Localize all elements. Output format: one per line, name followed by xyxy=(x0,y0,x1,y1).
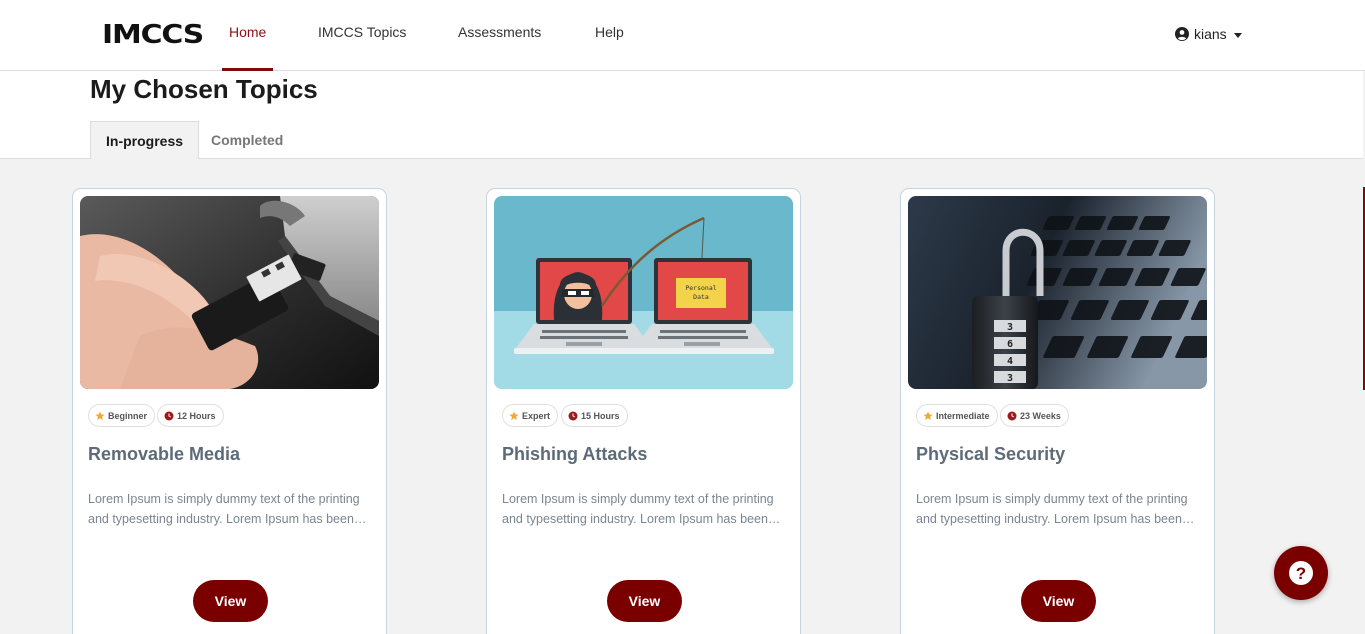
svg-text:Personal: Personal xyxy=(685,284,716,292)
card-title: Physical Security xyxy=(916,444,1066,464)
nav-assessments[interactable]: Assessments xyxy=(458,24,541,71)
svg-text:4: 4 xyxy=(1007,356,1013,367)
star-icon xyxy=(95,411,105,420)
star-icon xyxy=(923,411,933,420)
nav-help[interactable]: Help xyxy=(595,24,624,71)
topic-card: Personal Data Expert 15 Hours Phishing A… xyxy=(486,188,801,634)
view-button[interactable]: View xyxy=(1021,580,1096,622)
top-navbar: IMCCS Home IMCCS Topics Assessments Help… xyxy=(0,0,1365,71)
tab-completed[interactable]: Completed xyxy=(196,121,298,159)
help-icon: ? xyxy=(1289,561,1313,585)
card-description: Lorem Ipsum is simply dummy text of the … xyxy=(502,492,774,526)
padlock-keyboard-image: 3 6 4 3 xyxy=(908,196,1207,389)
imccs-logo[interactable]: IMCCS xyxy=(102,22,204,48)
level-badge: Expert xyxy=(502,404,559,427)
level-badge: Intermediate xyxy=(916,404,998,427)
clock-icon xyxy=(1007,411,1017,420)
card-title: Removable Media xyxy=(88,444,241,464)
nav-home[interactable]: Home xyxy=(221,24,274,71)
view-button[interactable]: View xyxy=(193,580,268,622)
page-title: My Chosen Topics xyxy=(90,74,318,104)
star-icon xyxy=(509,411,519,420)
page-header: My Chosen Topics In-progress Completed xyxy=(0,71,1363,159)
card-title: Phishing Attacks xyxy=(502,444,648,464)
phishing-illustration: Personal Data xyxy=(494,196,793,389)
user-menu[interactable]: kians xyxy=(1175,26,1242,42)
duration-badge: 23 Weeks xyxy=(1000,404,1069,427)
card-description: Lorem Ipsum is simply dummy text of the … xyxy=(88,492,360,526)
card-description: Lorem Ipsum is simply dummy text of the … xyxy=(916,492,1188,526)
user-circle-icon xyxy=(1175,27,1189,41)
svg-text:6: 6 xyxy=(1007,339,1013,350)
svg-text:3: 3 xyxy=(1007,322,1013,333)
duration-badge: 15 Hours xyxy=(561,404,628,427)
svg-text:Data: Data xyxy=(693,293,709,301)
clock-icon xyxy=(568,411,578,420)
chevron-down-icon xyxy=(1233,32,1242,38)
svg-text:3: 3 xyxy=(1007,373,1013,384)
help-button[interactable]: ? xyxy=(1274,546,1328,600)
user-name: kians xyxy=(1194,26,1227,42)
duration-badge: 12 Hours xyxy=(157,404,224,427)
topic-card: 3 6 4 3 Intermediate 23 Weeks Physical S… xyxy=(900,188,1215,634)
view-button[interactable]: View xyxy=(607,580,682,622)
usb-drive-image xyxy=(80,196,379,389)
topic-card: Beginner 12 Hours Removable Media Lorem … xyxy=(72,188,387,634)
clock-icon xyxy=(164,411,174,420)
level-badge: Beginner xyxy=(88,404,156,427)
tab-in-progress[interactable]: In-progress xyxy=(90,121,200,159)
nav-imccs-topics[interactable]: IMCCS Topics xyxy=(318,24,406,71)
